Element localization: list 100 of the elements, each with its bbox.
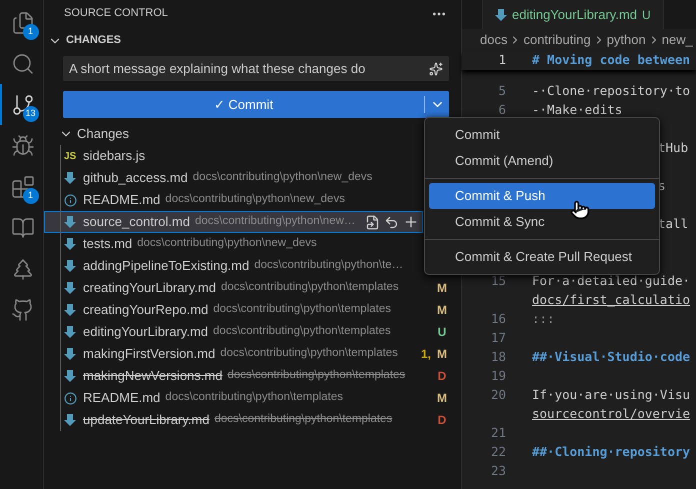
file-list-item[interactable]: source_control.md docs\contributing\python\new… [44,211,423,233]
badge: 1 [22,188,38,204]
markdown-file-icon [64,347,76,361]
file-path: docs\contributing\python\templates [227,368,406,384]
open-file-icon[interactable] [365,214,380,230]
menu-item[interactable]: Commit (Amend) [429,148,655,174]
book-icon [10,216,34,240]
breadcrumb[interactable]: contributing [523,30,591,50]
file-list-item[interactable]: makingFirstVersion.md docs\contributing\python\templates 1, M [44,343,461,365]
line-number: 21 [490,424,506,442]
commit-message-field[interactable]: A short message explaining what these changes do [63,56,449,81]
tab-status: U [642,6,651,24]
section-header[interactable]: CHANGES [66,32,122,49]
markdown-file-icon [64,413,76,427]
code-text: For·a·detailed·guide· [532,272,690,290]
file-name: github_access.md [83,169,188,188]
markdown-file-icon [64,259,76,273]
file-path: docs\contributing\python\templates [220,280,399,296]
tab-title: editingYourLibrary.md [512,6,638,24]
markdown-file-icon [64,369,76,383]
file-name: creatingYourLibrary.md [83,279,216,298]
file-list-item[interactable]: editingYourLibrary.md docs\contributing\python\templates U [44,321,461,343]
menu-item[interactable]: Commit [429,122,655,148]
file-path: docs\contributing\python\new_devs [192,170,372,186]
code-text: ::: [532,310,555,328]
markdown-file-icon [64,325,76,339]
github-icon [10,298,34,322]
file-path: docs\contributing\python\templates [165,390,344,406]
file-path: docs\contributing\python\templates [220,346,398,362]
file-name: README.md [83,389,160,408]
file-list-item[interactable]: github_access.md docs\contributing\python\new_devs [44,167,423,189]
line-number: 22 [490,443,506,462]
file-path: docs\contributing\python\te… [254,258,404,274]
markdown-file-icon [64,237,76,251]
file-name: sidebars.js [83,147,146,166]
file-list-item[interactable]: JS sidebars.js [44,145,423,167]
pointer-cursor-icon [570,200,590,220]
change-status: M [436,280,448,297]
problem-count: 1, [420,346,431,363]
file-path: docs\contributing\python\templates [213,324,391,340]
file-name: addingPipelineToExisting.md [83,257,250,276]
change-status: U [436,324,448,341]
file-list-item[interactable]: updateYourLibrary.md docs\contributing\python\templates D [44,409,461,431]
breadcrumb[interactable]: python [606,30,646,50]
discard-icon[interactable] [384,214,400,230]
menu-item[interactable]: Commit & Push [429,183,655,209]
activity-bar-item[interactable]: 1 [0,166,44,207]
markdown-file-icon [64,171,76,185]
markdown-file-icon [495,8,507,22]
line-number: 20 [490,386,506,404]
group-header[interactable]: Changes [77,124,130,144]
line-number: 6 [497,101,506,120]
markdown-file-icon [64,303,76,317]
code-heading: ##·Visual·Studio·code [532,348,690,366]
line-number: 23 [490,462,506,480]
code-text: -·Make·edits [532,101,622,120]
line-number: 1 [497,51,506,70]
change-status: D [436,368,448,385]
file-name: makingFirstVersion.md [83,345,216,364]
file-list-item[interactable]: README.md docs\contributing\python\new_devs [44,189,423,211]
code-text: tHub [658,139,688,158]
code-text: -·Clone·repository·to [532,82,690,100]
file-name: source_control.md [83,213,190,232]
menu-item[interactable]: Commit & Create Pull Request [429,244,655,270]
breadcrumb[interactable]: docs [480,30,508,50]
file-list-item[interactable]: tests.md docs\contributing\python\new_devs [44,233,423,255]
code-link[interactable]: sourcecontrol/overvie [532,405,690,424]
file-list-item[interactable]: makingNewVersions.md docs\contributing\python\templates D [44,365,461,387]
info-icon [64,194,77,206]
file-list-item[interactable]: creatingYourRepo.md docs\contributing\python\templates M [44,299,461,321]
code-text: tall [658,215,688,234]
file-list-item[interactable]: README.md docs\contributing\python\templates M [44,387,461,409]
code-heading: # Moving code between [532,51,690,70]
files-icon [10,10,34,34]
change-status: M [436,346,448,363]
file-name: makingNewVersions.md [83,367,222,386]
run-debug-icon [10,134,34,158]
file-path: docs\contributing\python\new_devs [137,236,317,252]
file-name: creatingYourRepo.md [83,301,208,320]
file-path: docs\contributing\python\templates [213,302,391,318]
activity-bar-item[interactable]: 1 [0,2,44,43]
activity-bar-item[interactable]: 13 [0,84,44,125]
file-name: updateYourLibrary.md [83,411,210,430]
sparkle-icon[interactable] [429,62,443,76]
file-list-item[interactable]: addingPipelineToExisting.md docs\contributing\python\te… [44,255,423,277]
line-number: 16 [490,310,506,328]
file-path: docs\contributing\python\new… [194,214,356,230]
code-link[interactable]: docs/first_calculatio [532,291,690,310]
line-number: 19 [490,367,506,386]
change-status: M [436,390,448,407]
file-path: docs\contributing\python\new_devs [165,192,345,208]
line-number: 17 [490,329,506,348]
file-list-item[interactable]: creatingYourLibrary.md docs\contributing\python\templates M [44,277,461,299]
editor-tab[interactable]: editingYourLibrary.md U [482,0,664,29]
js-file-icon: JS [64,148,78,164]
search-icon [10,52,34,76]
breadcrumb[interactable]: new_ [662,30,693,50]
info-icon [64,392,77,404]
menu-item[interactable]: Commit & Sync [429,209,655,235]
file-path: docs\contributing\python\templates [214,412,392,428]
